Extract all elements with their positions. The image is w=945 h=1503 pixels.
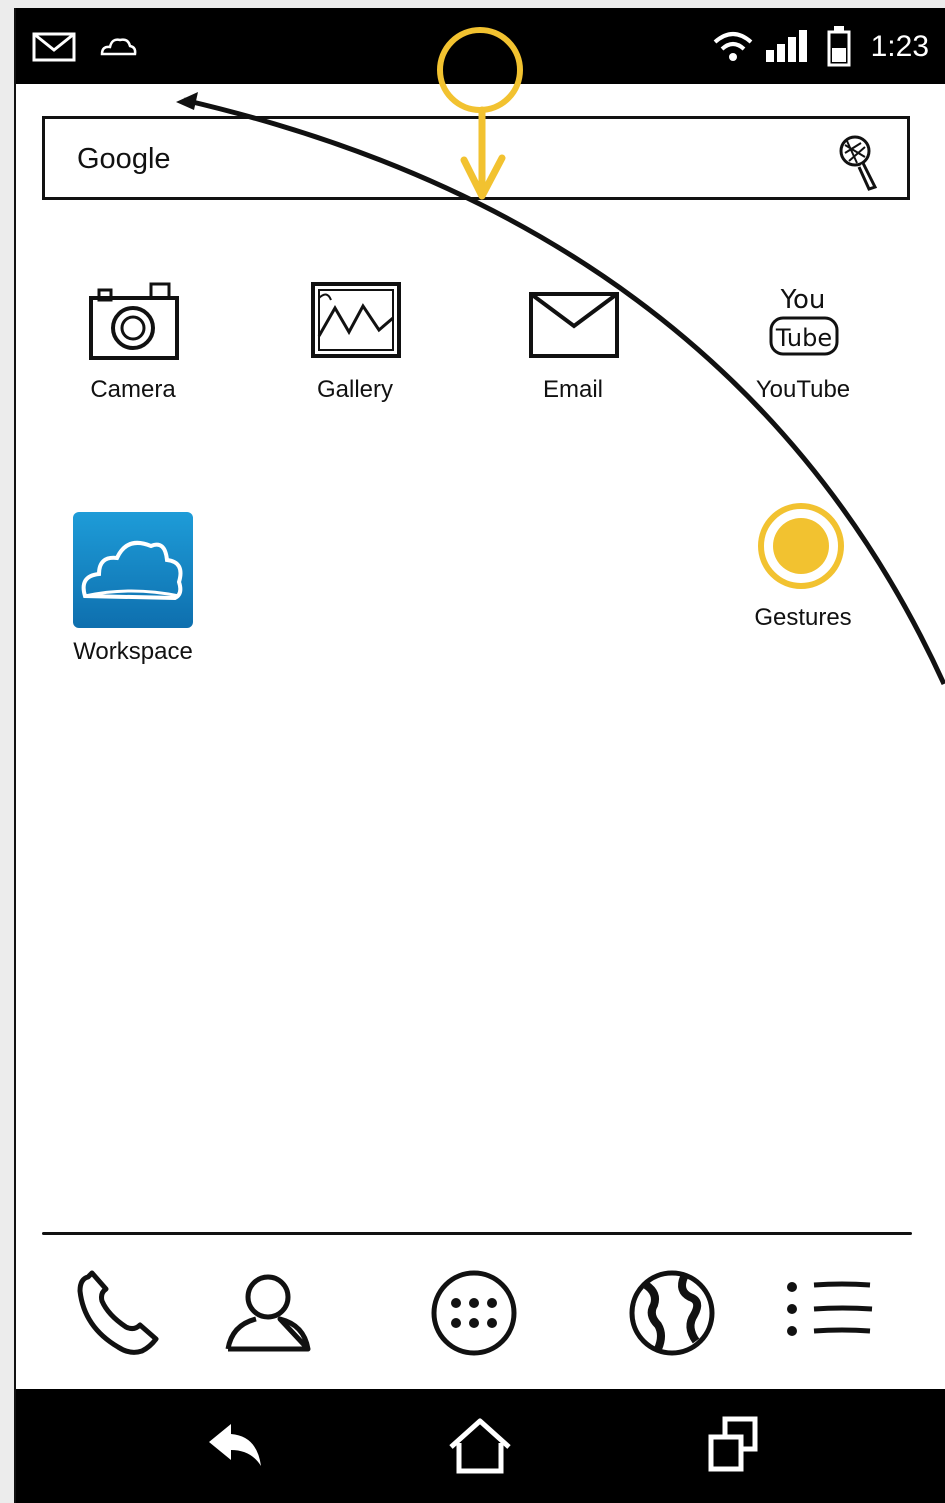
dock-app-drawer[interactable] [424, 1263, 524, 1363]
gallery-icon [311, 282, 401, 358]
google-search-bar[interactable]: Google [42, 116, 910, 200]
gestures-icon [758, 503, 844, 589]
app-label: Gallery [316, 376, 394, 403]
back-icon [209, 1424, 261, 1466]
battery-icon [827, 26, 851, 67]
app-gestures[interactable]: Gestures [718, 496, 888, 632]
workspace-cloud-icon [73, 512, 193, 628]
app-gallery[interactable]: Gallery [270, 278, 440, 404]
signal-icon [766, 30, 807, 62]
app-label: Gestures [754, 604, 852, 631]
phone-screen: 1:23 Google Camera Gallery Email You Tub… [14, 8, 945, 1503]
svg-text:Tube: Tube [775, 324, 832, 352]
app-label: Workspace [73, 638, 193, 665]
wifi-icon [713, 32, 753, 61]
dock-phone[interactable] [68, 1263, 168, 1363]
cloud-icon [100, 38, 137, 56]
status-time: 1:23 [870, 30, 929, 63]
camera-icon [89, 282, 179, 360]
email-icon [529, 292, 619, 358]
recent-apps-icon [708, 1416, 758, 1472]
dock-divider [42, 1232, 912, 1235]
navigation-bar [16, 1389, 945, 1503]
app-workspace[interactable]: Workspace [48, 510, 218, 666]
mail-icon [32, 32, 76, 62]
back-button[interactable] [196, 1411, 276, 1481]
app-camera[interactable]: Camera [48, 278, 218, 404]
dock-contacts[interactable] [218, 1263, 318, 1363]
status-bar: 1:23 [16, 8, 945, 84]
recent-apps-button[interactable] [696, 1411, 776, 1481]
svg-text:You: You [780, 285, 826, 315]
home-icon [449, 1418, 511, 1474]
swipe-curve-arrowhead [176, 92, 198, 110]
contacts-icon [225, 1274, 311, 1352]
app-email[interactable]: Email [488, 278, 658, 404]
app-label: YouTube [755, 376, 851, 403]
browser-globe-icon [629, 1270, 715, 1356]
search-label: Google [77, 143, 171, 175]
dock [16, 1263, 945, 1373]
youtube-icon: You Tube [769, 285, 839, 356]
app-label: Camera [90, 376, 176, 403]
microphone-icon[interactable] [835, 131, 885, 193]
home-button[interactable] [440, 1411, 520, 1481]
phone-icon [77, 1270, 159, 1355]
dock-menu[interactable] [780, 1263, 880, 1363]
menu-list-icon [787, 1281, 873, 1336]
app-youtube[interactable]: You Tube YouTube [718, 278, 888, 404]
app-label: Email [542, 376, 603, 403]
dock-browser[interactable] [622, 1263, 722, 1363]
app-drawer-icon [431, 1270, 517, 1356]
